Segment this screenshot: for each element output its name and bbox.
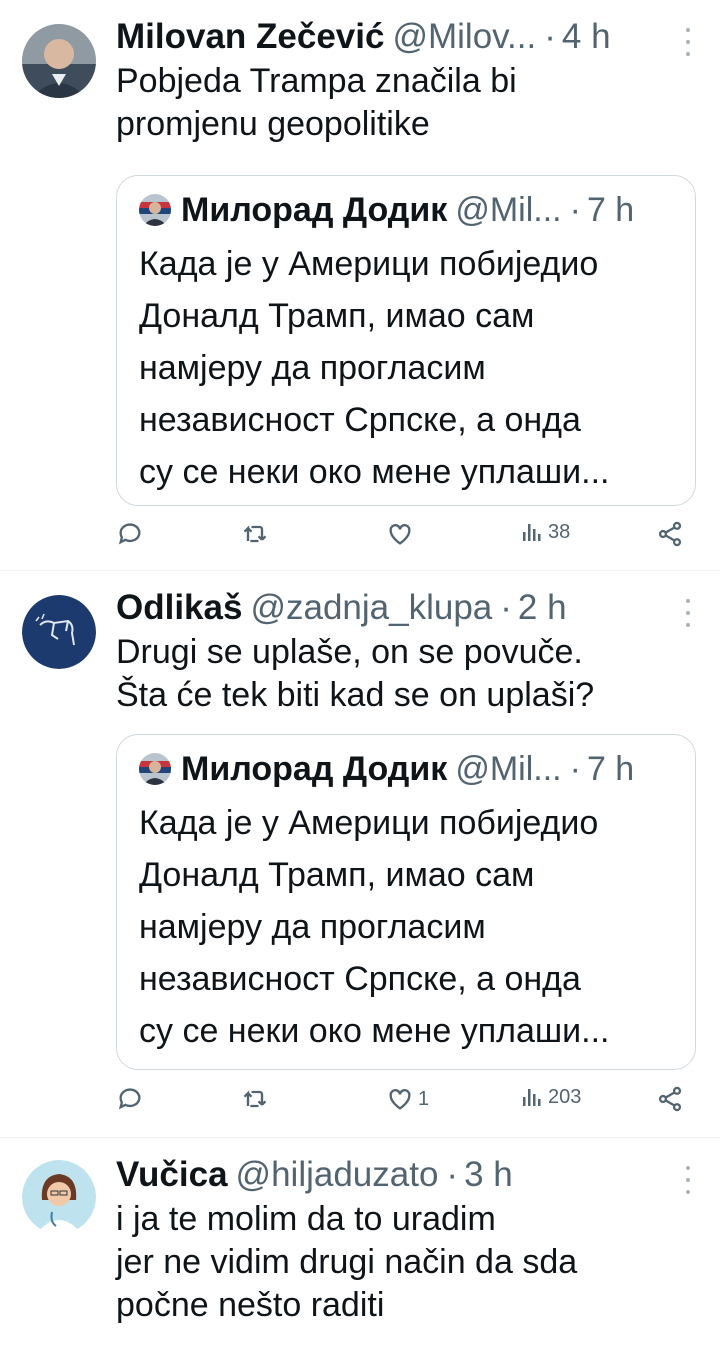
separator-dot: · [544,17,556,56]
quoted-timestamp: 7 h [586,190,635,229]
tweet-text: Drugi se uplaše, on se povuče. Šta će te… [116,633,595,714]
tweet[interactable]: Milovan Zečević @Milov... · 4 h Pobjeda … [0,0,720,571]
retweet-icon [243,1090,267,1108]
quoted-author-handle: @Mil... [455,190,562,229]
tweet-text: Pobjeda Trampa značila bi promjenu geopo… [116,62,517,143]
tweet[interactable]: Vučica @hiljaduzato · 3 h i ja te molim … [0,1138,720,1347]
action-bar: 1 203 [116,1085,696,1125]
quoted-tweet[interactable]: Милорад Додик @Mil... · 7 h Када је у Ам… [116,175,696,506]
reply-icon [118,1088,141,1110]
action-bar: 38 [116,520,696,560]
views-count: 38 [548,520,571,543]
more-icon[interactable] [684,1166,692,1194]
author-name[interactable]: Milovan Zečević [116,14,384,60]
timestamp[interactable]: 3 h [464,1152,513,1198]
reply-icon [118,523,141,545]
retweet-button[interactable] [240,1085,270,1113]
share-button[interactable] [656,1085,684,1113]
share-icon [658,521,682,547]
avatar[interactable] [22,1160,96,1234]
views-button[interactable]: 38 [520,520,570,544]
views-icon [523,1089,541,1106]
timestamp[interactable]: 2 h [518,585,567,631]
author-handle[interactable]: @hiljaduzato [236,1152,439,1198]
quoted-author-name: Милорад Додик [181,190,448,229]
views-count: 203 [548,1085,582,1108]
avatar[interactable] [22,595,96,669]
separator-dot: · [500,588,512,627]
reply-button[interactable] [116,1085,144,1113]
retweet-button[interactable] [240,520,270,548]
quoted-tweet[interactable]: Милорад Додик @Mil... · 7 h Када је у Ам… [116,734,696,1070]
author-handle[interactable]: @zadnja_klupa [250,585,492,631]
retweet-icon [243,525,267,543]
share-icon [658,1086,682,1112]
like-icon [389,524,411,545]
quoted-text: Када је у Америци побиједио Доналд Трамп… [139,804,610,1050]
more-icon[interactable] [684,599,692,627]
reply-button[interactable] [116,520,144,548]
avatar [139,194,171,226]
separator-dot: · [446,1155,459,1194]
like-icon [389,1089,411,1110]
views-button[interactable]: 203 [520,1085,581,1109]
avatar [139,753,171,785]
share-button[interactable] [656,520,684,548]
separator-dot: · [569,749,581,788]
tweet[interactable]: Odlikaš @zadnja_klupa · 2 h Drugi se upl… [0,571,720,1138]
avatar[interactable] [22,24,96,98]
quoted-author-name: Милорад Додик [181,749,448,788]
author-name[interactable]: Vučica [116,1152,228,1198]
more-icon[interactable] [684,28,692,56]
quoted-timestamp: 7 h [586,749,635,788]
timestamp[interactable]: 4 h [562,14,611,60]
tweet-text: i ja te molim da to uradim jer ne vidim … [116,1200,578,1324]
like-count: 1 [418,1087,430,1110]
separator-dot: · [569,190,581,229]
like-button[interactable] [386,520,418,548]
views-icon [523,524,541,541]
quoted-author-handle: @Mil... [455,749,562,788]
author-handle[interactable]: @Milov... [392,14,536,60]
quoted-text: Када је у Америци побиједио Доналд Трамп… [139,245,610,491]
like-button[interactable]: 1 [386,1085,429,1113]
author-name[interactable]: Odlikaš [116,585,242,631]
